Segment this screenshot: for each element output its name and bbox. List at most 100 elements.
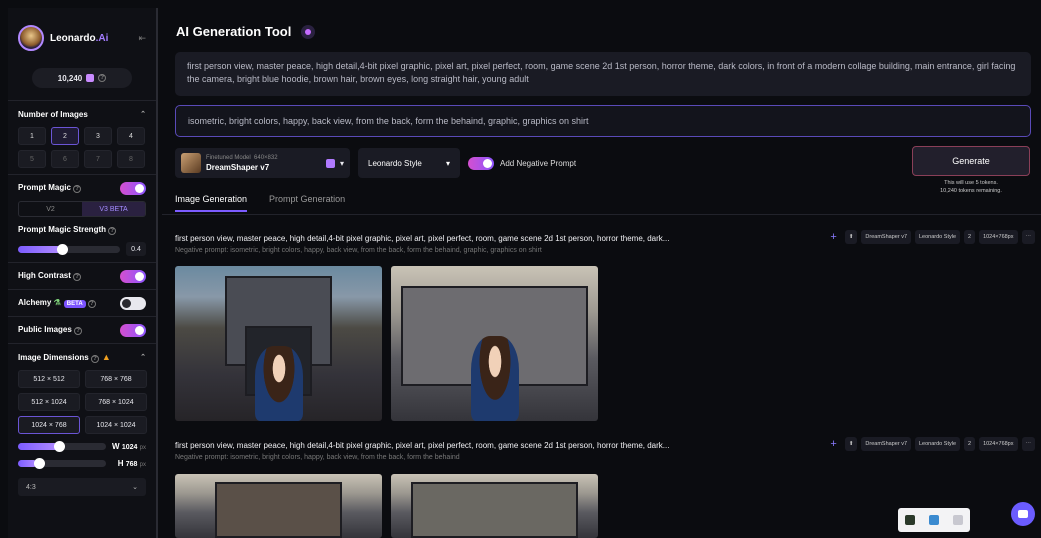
height-slider[interactable] [18, 458, 106, 469]
high-contrast-section: High Contrast ? [8, 262, 156, 289]
dimension-768x1024[interactable]: 768 × 1024 [85, 393, 147, 411]
negative-prompt-input[interactable]: isometric, bright colors, happy, back vi… [175, 105, 1031, 137]
generated-image[interactable] [391, 266, 598, 421]
warning-icon: ▲ [101, 351, 111, 362]
num-images-2[interactable]: 2 [51, 127, 79, 145]
generate-button[interactable]: Generate [912, 146, 1030, 176]
chat-icon[interactable] [1011, 502, 1035, 526]
app-icon[interactable] [953, 515, 963, 525]
help-icon[interactable]: ? [98, 74, 107, 82]
upload-icon[interactable]: ⬆ [844, 437, 858, 451]
plus-icon[interactable]: + [830, 438, 836, 450]
prompt-magic-toggle[interactable] [120, 181, 146, 195]
num-images-1[interactable]: 1 [18, 127, 46, 145]
public-images-section: Public Images ? [8, 316, 156, 343]
num-images-6[interactable]: 6 [51, 150, 79, 168]
potion-icon: ⚗ [53, 298, 61, 307]
generation-negative-prompt: Negative prompt: isometric, bright color… [175, 454, 460, 461]
prompt-magic-strength-value[interactable]: 0.4 [126, 242, 146, 256]
num-images-5[interactable]: 5 [18, 150, 46, 168]
model-caption: Finetuned Model [206, 155, 251, 161]
number-of-images-section: Number of Images ⌃ 1 2 3 4 5 6 7 8 [8, 100, 156, 174]
tab-image-generation[interactable]: Image Generation [175, 194, 248, 212]
num-images-8[interactable]: 8 [117, 150, 145, 168]
collapse-arrow-icon[interactable]: ⇤ [138, 33, 146, 44]
prompt-magic-label: Prompt Magic [18, 183, 71, 192]
page-title: AI Generation Tool [176, 24, 292, 39]
aspect-ratio-select[interactable]: 4:3 ⌄ [18, 478, 146, 496]
model-name: DreamShaper v7 [206, 163, 270, 172]
help-icon[interactable]: ? [90, 354, 99, 363]
public-images-toggle[interactable] [120, 323, 146, 337]
image-dimensions-section: Image Dimensions ? ▲ ⌃ 512 × 512 768 × 768… [8, 343, 156, 502]
help-icon[interactable]: ? [74, 327, 83, 335]
token-balance: 10,240 ? [32, 68, 132, 88]
plus-icon[interactable]: + [830, 231, 836, 243]
prompt-magic-section: Prompt Magic ? V2 V3 BETA Prompt Magic S… [8, 174, 156, 262]
beta-badge: BETA [63, 300, 86, 308]
model-tag: DreamShaper v7 [861, 230, 911, 244]
divider [162, 214, 1041, 215]
model-settings-icon[interactable] [325, 158, 335, 168]
system-tray [898, 508, 970, 532]
model-selector[interactable]: Finetuned Model 640×832 DreamShaper v7 ▾ [175, 148, 350, 178]
width-value[interactable]: W 1024 px [112, 442, 146, 451]
prompt-magic-strength-slider[interactable] [18, 243, 120, 255]
chevron-down-icon: ▾ [445, 158, 450, 168]
help-icon[interactable]: ? [87, 300, 96, 308]
info-icon[interactable] [301, 24, 316, 39]
dimension-tag: 1024×768px [979, 230, 1018, 244]
token-count: 10,240 [57, 73, 83, 83]
high-contrast-label: High Contrast [18, 271, 71, 280]
brand-logo [18, 25, 44, 51]
num-images-7[interactable]: 7 [84, 150, 112, 168]
brand-row: Leonardo.Ai ⇤ [8, 8, 156, 68]
prompt-magic-v2[interactable]: V2 [19, 202, 82, 216]
dimension-512x1024[interactable]: 512 × 1024 [18, 393, 80, 411]
dimension-512x512[interactable]: 512 × 512 [18, 370, 80, 388]
style-tag: Leonardo Style [915, 230, 960, 244]
dimension-1024x768[interactable]: 1024 × 768 [18, 416, 80, 434]
chevron-down-icon: ⌄ [132, 484, 138, 491]
generated-image[interactable] [175, 266, 382, 421]
app-icon[interactable] [929, 515, 939, 525]
number-of-images-label: Number of Images [18, 109, 88, 119]
more-options-icon[interactable]: ⋯ [1021, 437, 1035, 451]
chevron-up-icon[interactable]: ⌃ [140, 110, 146, 118]
prompt-input[interactable]: first person view, master peace, high de… [175, 52, 1031, 96]
high-contrast-toggle[interactable] [120, 269, 146, 283]
model-thumbnail [181, 153, 201, 173]
more-options-icon[interactable]: ⋯ [1021, 230, 1035, 244]
height-value[interactable]: H 768 px [112, 459, 146, 468]
help-icon[interactable]: ? [108, 227, 117, 235]
upload-icon[interactable]: ⬆ [844, 230, 858, 244]
app-icon[interactable] [905, 515, 915, 525]
prompt-magic-strength-label: Prompt Magic Strength [18, 225, 107, 234]
style-select[interactable]: Leonardo Style ▾ [358, 148, 460, 178]
dimension-1024x1024[interactable]: 1024 × 1024 [85, 416, 147, 434]
prompt-magic-v3[interactable]: V3 BETA [82, 202, 145, 216]
generated-image[interactable] [175, 474, 382, 538]
dimension-768x768[interactable]: 768 × 768 [85, 370, 147, 388]
num-images-3[interactable]: 3 [84, 127, 112, 145]
alchemy-toggle[interactable] [120, 296, 146, 310]
token-icon [86, 74, 95, 82]
help-icon[interactable]: ? [73, 273, 82, 281]
model-tag: DreamShaper v7 [861, 437, 911, 451]
style-tag: Leonardo Style [915, 437, 960, 451]
negative-prompt-toggle[interactable] [468, 156, 494, 170]
num-images-4[interactable]: 4 [117, 127, 145, 145]
generation-item: first person view, master peace, high de… [175, 437, 1035, 461]
model-size: 640×832 [254, 155, 278, 161]
generated-image[interactable] [391, 474, 598, 538]
chevron-up-icon[interactable]: ⌃ [140, 353, 146, 361]
width-slider[interactable] [18, 441, 106, 452]
alchemy-section: Alchemy ⚗ BETA ? [8, 289, 156, 316]
chevron-down-icon: ▾ [339, 158, 344, 168]
public-images-label: Public Images [18, 325, 72, 334]
add-negative-prompt-label: Add Negative Prompt [500, 158, 577, 168]
brand-name[interactable]: Leonardo.Ai [50, 33, 108, 44]
image-dimensions-label: Image Dimensions [18, 352, 89, 362]
help-icon[interactable]: ? [73, 185, 82, 193]
tab-prompt-generation[interactable]: Prompt Generation [269, 194, 345, 212]
